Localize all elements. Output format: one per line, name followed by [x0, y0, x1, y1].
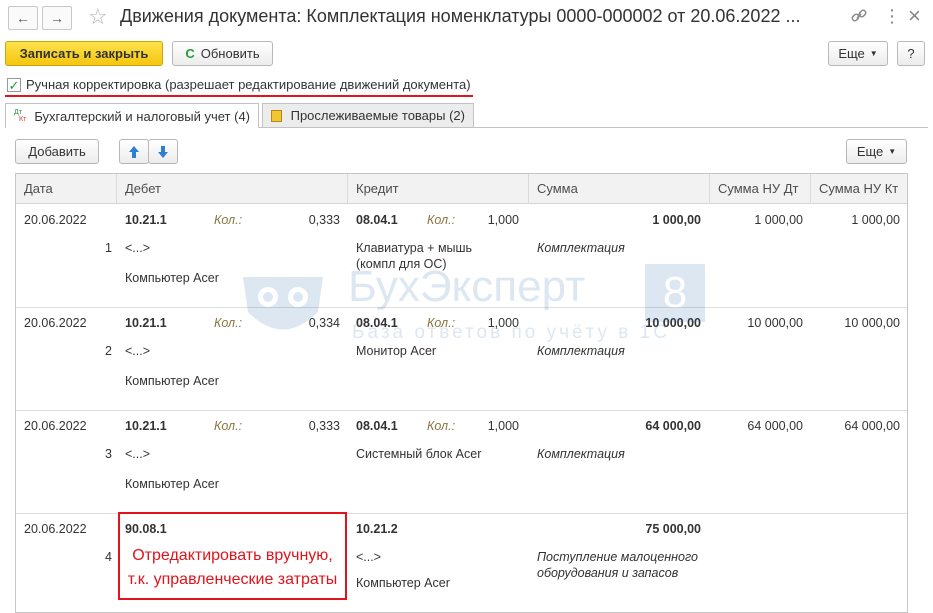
- table-header: Дата Дебет Кредит Сумма Сумма НУ Дт Сумм…: [16, 174, 907, 204]
- credit-subconto-2[interactable]: (компл для ОС): [356, 257, 447, 271]
- close-icon[interactable]: ×: [908, 3, 921, 29]
- save-and-close-button[interactable]: Записать и закрыть: [5, 41, 163, 66]
- debit-account[interactable]: 10.21.1: [125, 316, 167, 330]
- row-sum-nu-kt[interactable]: 64 000,00: [816, 419, 900, 433]
- debit-account[interactable]: 10.21.1: [125, 419, 167, 433]
- row-date[interactable]: 20.06.2022: [24, 213, 87, 227]
- credit-quantity-label: Кол.:: [427, 213, 456, 227]
- row-number[interactable]: 1: [24, 241, 112, 255]
- arrow-down-icon: [158, 145, 168, 158]
- debit-subconto-1[interactable]: <...>: [125, 447, 150, 461]
- credit-quantity[interactable]: 1,000: [446, 316, 519, 330]
- credit-subconto-1[interactable]: Клавиатура + мышь: [356, 241, 472, 255]
- column-header-sum-nu-kt[interactable]: Сумма НУ Кт: [811, 174, 907, 204]
- debit-account[interactable]: 10.21.1: [125, 213, 167, 227]
- checkmark-icon: ✓: [8, 77, 20, 93]
- row-number[interactable]: 4: [24, 550, 112, 564]
- row-date[interactable]: 20.06.2022: [24, 419, 87, 433]
- table-row[interactable]: 20.06.2022 2 10.21.1 0,334 <...> Компьютер Ac…: [16, 308, 907, 411]
- credit-account[interactable]: 08.04.1: [356, 316, 398, 330]
- tab-accounting[interactable]: Дт Кт Бухгалтерский и налоговый учет (4): [5, 103, 259, 128]
- forward-button[interactable]: →: [42, 6, 72, 30]
- dropdown-arrow-icon: ▼: [888, 147, 897, 156]
- table-more-label: Еще: [856, 144, 884, 159]
- refresh-label: Обновить: [200, 46, 260, 61]
- column-header-credit[interactable]: Кредит: [348, 174, 529, 204]
- annotation-text: Отредактировать вручную, т.к. управленче…: [120, 544, 345, 592]
- row-sum-nu-kt[interactable]: 1 000,00: [816, 213, 900, 227]
- table-row[interactable]: 20.06.2022 3 10.21.1 0,333 <...> Компьютер Ac…: [16, 411, 907, 514]
- link-icon[interactable]: [850, 7, 868, 28]
- debit-credit-icon: Дт Кт: [14, 109, 27, 123]
- row-sum[interactable]: 10 000,00: [531, 316, 701, 330]
- row-sum-nu-dt[interactable]: 10 000,00: [716, 316, 803, 330]
- column-header-sum-nu-dt[interactable]: Сумма НУ Дт: [710, 174, 811, 204]
- credit-quantity-label: Кол.:: [427, 419, 456, 433]
- row-content[interactable]: Комплектация: [537, 241, 625, 255]
- debit-subconto-2[interactable]: Компьютер Acer: [125, 374, 219, 388]
- window-title: Движения документа: Комплектация номенкл…: [120, 6, 801, 26]
- credit-account[interactable]: 08.04.1: [356, 419, 398, 433]
- debit-quantity-label: Кол.:: [214, 316, 243, 330]
- move-down-button[interactable]: [148, 139, 178, 164]
- debit-quantity-label: Кол.:: [214, 419, 243, 433]
- column-header-debit[interactable]: Дебет: [117, 174, 348, 204]
- manual-edit-checkbox[interactable]: ✓: [7, 78, 21, 92]
- row-number[interactable]: 3: [24, 447, 112, 461]
- row-sum-nu-dt[interactable]: 64 000,00: [716, 419, 803, 433]
- favorite-star-icon[interactable]: ☆: [88, 4, 108, 30]
- highlight-underline: [5, 95, 473, 97]
- credit-subconto-1[interactable]: Системный блок Acer: [356, 447, 481, 461]
- refresh-icon: C: [185, 46, 195, 61]
- debit-quantity-label: Кол.:: [214, 213, 243, 227]
- row-sum-nu-dt[interactable]: 1 000,00: [716, 213, 803, 227]
- row-date[interactable]: 20.06.2022: [24, 316, 87, 330]
- credit-quantity-label: Кол.:: [427, 316, 456, 330]
- more-button[interactable]: Еще ▼: [828, 41, 888, 66]
- debit-subconto-2[interactable]: Компьютер Acer: [125, 271, 219, 285]
- debit-subconto-1[interactable]: <...>: [125, 241, 150, 255]
- dropdown-arrow-icon: ▼: [869, 49, 878, 58]
- credit-account[interactable]: 10.21.2: [356, 522, 398, 536]
- column-header-sum[interactable]: Сумма: [529, 174, 710, 204]
- refresh-button[interactable]: C Обновить: [172, 41, 273, 66]
- row-sum[interactable]: 64 000,00: [531, 419, 701, 433]
- tab-traceable-goods[interactable]: Прослеживаемые товары (2): [262, 103, 474, 127]
- row-content-2[interactable]: оборудования и запасов: [537, 566, 678, 580]
- column-header-date[interactable]: Дата: [16, 174, 117, 204]
- row-content[interactable]: Комплектация: [537, 344, 625, 358]
- annotation-line-1: Отредактировать вручную,: [132, 547, 333, 564]
- arrow-up-icon: [129, 145, 139, 158]
- row-sum[interactable]: 1 000,00: [531, 213, 701, 227]
- back-button[interactable]: ←: [8, 6, 38, 30]
- table-more-button[interactable]: Еще ▼: [846, 139, 907, 164]
- debit-subconto-2[interactable]: Компьютер Acer: [125, 477, 219, 491]
- help-button[interactable]: ?: [897, 41, 925, 66]
- annotation-line-2: т.к. управленческие затраты: [127, 571, 338, 588]
- debit-subconto-1[interactable]: <...>: [125, 344, 150, 358]
- table-row[interactable]: 20.06.2022 1 10.21.1 0,333 <...> Компьютер Ac…: [16, 205, 907, 308]
- row-sum-nu-kt[interactable]: 10 000,00: [816, 316, 900, 330]
- credit-subconto-2[interactable]: Компьютер Acer: [356, 576, 450, 590]
- move-up-button[interactable]: [119, 139, 149, 164]
- credit-account[interactable]: 08.04.1: [356, 213, 398, 227]
- credit-subconto-1[interactable]: Монитор Acer: [356, 344, 436, 358]
- row-content[interactable]: Поступление малоценного: [537, 550, 698, 564]
- arrow-left-icon: ←: [16, 10, 30, 26]
- more-label: Еще: [838, 46, 865, 61]
- add-button[interactable]: Добавить: [15, 139, 99, 164]
- row-date[interactable]: 20.06.2022: [24, 522, 87, 536]
- row-content[interactable]: Комплектация: [537, 447, 625, 461]
- credit-quantity[interactable]: 1,000: [446, 213, 519, 227]
- row-sum[interactable]: 75 000,00: [531, 522, 701, 536]
- arrow-right-icon: →: [50, 10, 64, 26]
- manual-edit-label[interactable]: Ручная корректировка (разрешает редактир…: [26, 77, 471, 92]
- credit-quantity[interactable]: 1,000: [446, 419, 519, 433]
- more-vertical-icon[interactable]: ⋮: [883, 6, 901, 27]
- credit-subconto-1[interactable]: <...>: [356, 550, 381, 564]
- document-icon: [271, 109, 282, 122]
- tab-traceable-goods-label: Прослеживаемые товары (2): [290, 108, 465, 123]
- row-number[interactable]: 2: [24, 344, 112, 358]
- tab-accounting-label: Бухгалтерский и налоговый учет (4): [34, 108, 250, 124]
